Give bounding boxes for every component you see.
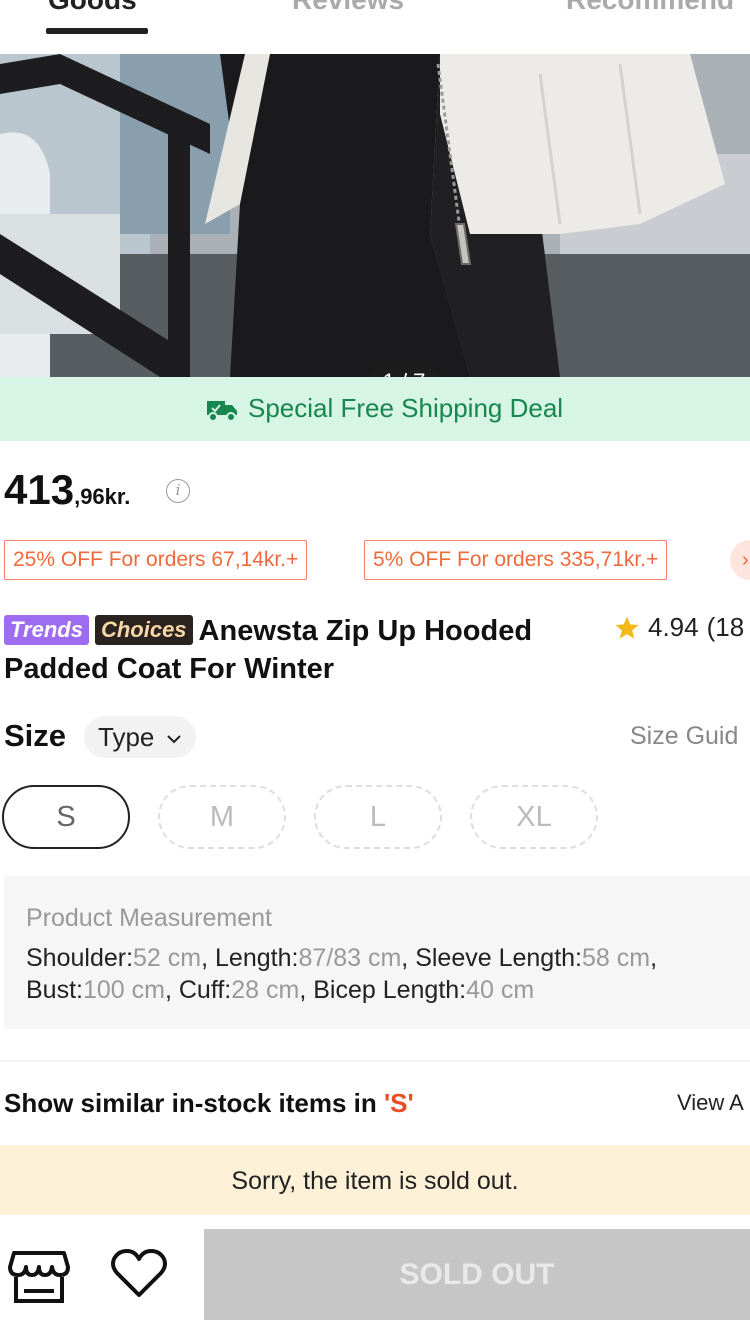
product-image-gallery[interactable]: 1 / 7 [0, 54, 750, 377]
measurement-value: 40 cm [466, 976, 535, 1004]
size-option-m[interactable]: M [158, 785, 286, 849]
shipping-banner[interactable]: Special Free Shipping Deal [0, 377, 750, 441]
product-title-block: Trends Choices Anewsta Zip Up Hooded Padde… [4, 612, 594, 688]
rating[interactable]: 4.94 (18 [614, 612, 744, 643]
store-icon[interactable] [8, 1249, 70, 1305]
active-tab-indicator [46, 28, 148, 34]
product-page: Goods Reviews Recommend 1 / 7 [0, 0, 750, 1334]
tab-recommend[interactable]: Recommend [566, 0, 734, 16]
size-type-label: Type [98, 722, 155, 752]
measurement-separator: , [401, 944, 416, 972]
size-label: Size [4, 718, 67, 753]
tab-goods[interactable]: Goods [48, 0, 137, 16]
measurement-value: 100 cm [82, 976, 165, 1004]
choices-badge[interactable]: Choices [94, 615, 193, 645]
measurement-label: Shoulder: [26, 944, 134, 972]
bottom-action-bar: SOLD OUT [0, 1215, 750, 1334]
truck-icon [207, 400, 237, 422]
measurement-separator: , [650, 944, 658, 972]
coupon-more-chevron-icon[interactable]: › [730, 540, 750, 580]
measurement-value: 52 cm [133, 944, 202, 972]
view-all-link[interactable]: View A [677, 1090, 744, 1116]
shipping-text: Special Free Shipping Deal [248, 393, 564, 423]
tab-reviews[interactable]: Reviews [292, 0, 404, 16]
size-type-dropdown[interactable]: Type [84, 716, 196, 758]
trends-badge[interactable]: Trends [4, 615, 89, 645]
product-measurement-panel: Product Measurement Shoulder:52 cm, Leng… [4, 876, 750, 1029]
size-option-s[interactable]: S [2, 785, 130, 849]
price-main: 413 [4, 466, 75, 513]
size-option-xl[interactable]: XL [470, 785, 598, 849]
chevron-down-icon [166, 735, 181, 744]
sold-out-button[interactable]: SOLD OUT [204, 1229, 750, 1320]
measurement-label: Cuff: [178, 976, 232, 1004]
similar-items-heading: Show similar in-stock items in 'S' [4, 1088, 414, 1119]
measurement-label: Length: [215, 944, 299, 972]
size-guide-link[interactable]: Size Guid [630, 722, 738, 751]
sold-out-notice: Sorry, the item is sold out. [0, 1145, 750, 1215]
star-icon [615, 616, 639, 639]
measurement-label: Bicep Length: [313, 976, 467, 1004]
size-option-l[interactable]: L [314, 785, 442, 849]
measurement-label: Bust: [26, 976, 83, 1004]
rating-count: (18 [706, 612, 745, 642]
section-divider [0, 1060, 750, 1062]
measurement-separator: , [201, 944, 216, 972]
measurement-list: Shoulder:52 cm, Length:87/83 cm, Sleeve … [26, 942, 726, 1006]
heart-icon[interactable] [111, 1249, 167, 1299]
image-counter: 1 / 7 [367, 362, 441, 377]
info-icon[interactable]: i [166, 479, 190, 503]
price: 413,96kr. [4, 466, 130, 514]
rating-value: 4.94 [648, 612, 699, 642]
measurement-value: 58 cm [582, 944, 651, 972]
measurement-value: 28 cm [231, 976, 300, 1004]
price-decimals: ,96kr. [74, 484, 131, 509]
coupon-5-off[interactable]: 5% OFF For orders 335,71kr.+ [364, 540, 668, 580]
measurement-title: Product Measurement [26, 904, 272, 932]
similar-items-text: Show similar in-stock items in [4, 1088, 384, 1118]
measurement-separator: , [164, 976, 179, 1004]
measurement-label: Sleeve Length: [415, 944, 582, 972]
measurement-value: 87/83 cm [298, 944, 402, 972]
measurement-separator: , [299, 976, 314, 1004]
product-photo [0, 54, 750, 377]
top-tabs: Goods Reviews Recommend [0, 0, 750, 54]
similar-items-size: 'S' [383, 1088, 414, 1118]
coupon-25-off[interactable]: 25% OFF For orders 67,14kr.+ [4, 540, 308, 580]
